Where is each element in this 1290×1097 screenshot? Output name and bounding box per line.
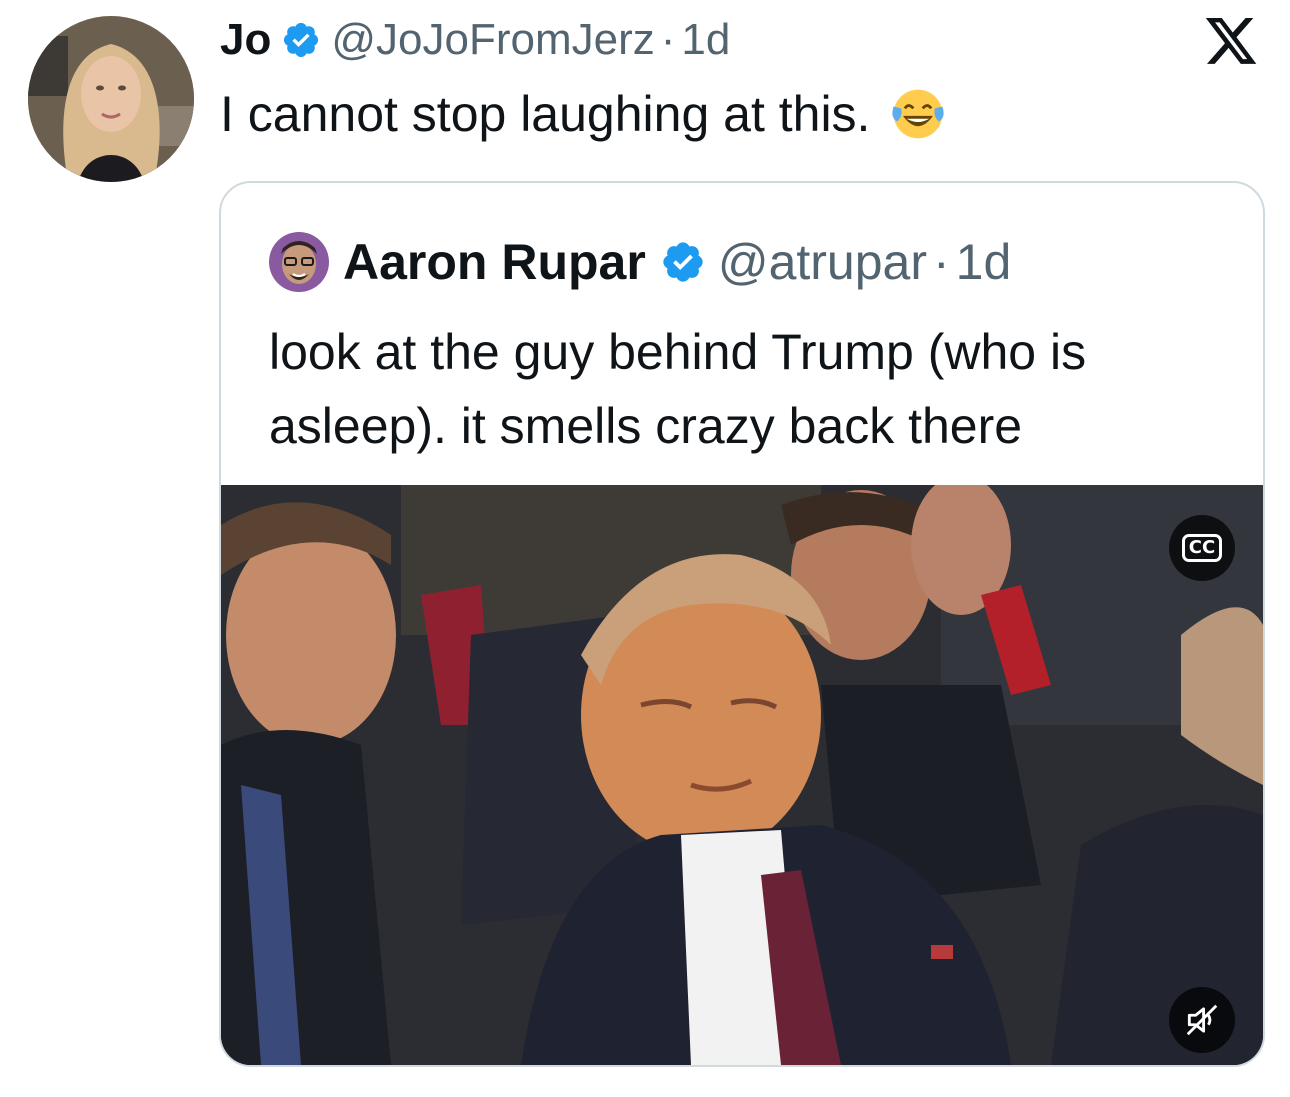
- tweet-text: I cannot stop laughing at this.: [220, 84, 948, 144]
- separator-dot: ·: [660, 15, 676, 64]
- video-frame: [221, 485, 1263, 1065]
- author-avatar[interactable]: [28, 16, 194, 182]
- quoted-tweet-header: Aaron Rupar @atrupar · 1d: [269, 231, 1011, 293]
- captions-button[interactable]: CC: [1169, 515, 1235, 581]
- separator-dot: ·: [933, 234, 950, 290]
- video-player[interactable]: [221, 485, 1263, 1065]
- face-with-tears-of-joy-icon: [892, 89, 945, 139]
- mute-button[interactable]: [1169, 987, 1235, 1053]
- quoted-tweet-text: look at the guy behind Trump (who is asl…: [269, 324, 1087, 454]
- verified-badge-icon: [663, 242, 703, 282]
- tweet-body: I cannot stop laughing at this.: [220, 86, 871, 142]
- speaker-muted-icon: [1186, 1004, 1218, 1036]
- quoted-author-handle[interactable]: @atrupar: [718, 233, 927, 291]
- verified-badge-icon: [284, 22, 319, 58]
- tweet-header: Jo @JoJoFromJerz · 1d: [220, 12, 730, 68]
- x-logo-icon: [1205, 18, 1257, 64]
- tweet-timestamp[interactable]: 1d: [681, 15, 730, 65]
- quoted-author-avatar[interactable]: [269, 232, 329, 292]
- quoted-tweet-card[interactable]: Aaron Rupar @atrupar · 1d look at the gu…: [219, 181, 1265, 1067]
- author-name[interactable]: Jo: [220, 15, 271, 65]
- quoted-tweet-timestamp[interactable]: 1d: [956, 233, 1012, 291]
- captions-icon: CC: [1181, 534, 1223, 562]
- author-handle[interactable]: @JoJoFromJerz: [331, 15, 654, 65]
- quoted-author-name[interactable]: Aaron Rupar: [343, 233, 646, 291]
